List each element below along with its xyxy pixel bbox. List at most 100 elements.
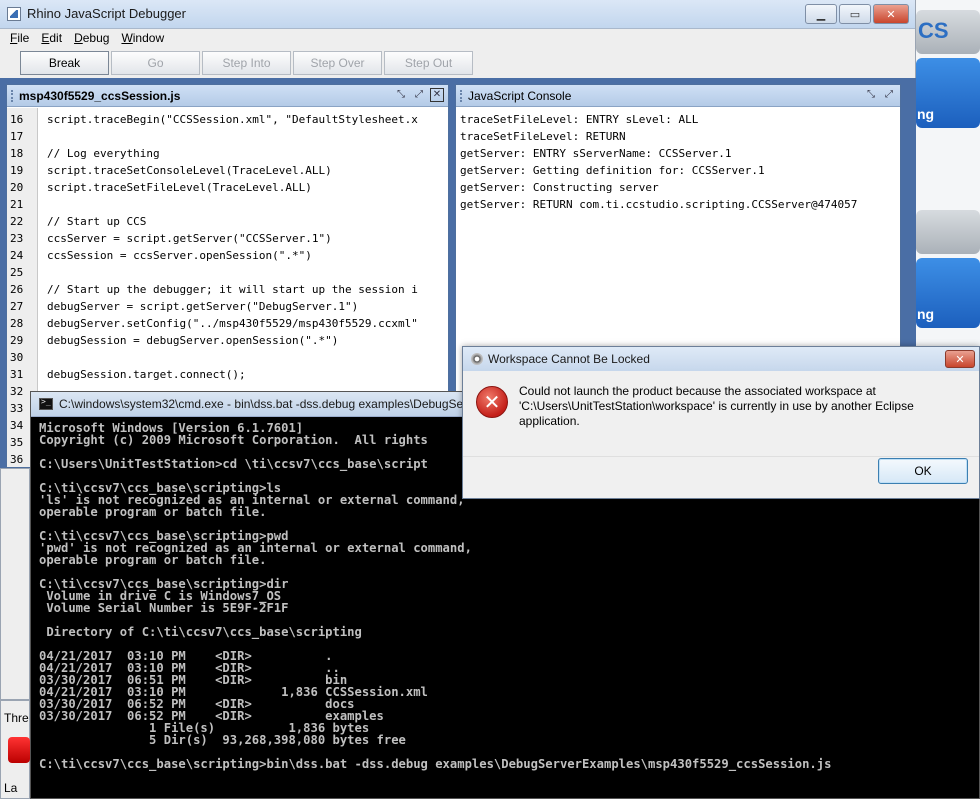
code-line: 27 debugServer = script.getServer("DebugS… xyxy=(7,298,448,315)
line-number: 31 xyxy=(10,368,24,381)
code-line: 28 debugServer.setConfig("../msp430f5529/… xyxy=(7,315,448,332)
console-frame-title: JavaScript Console xyxy=(468,89,572,103)
puzzle-tile-1: CS ng xyxy=(916,0,980,150)
line-number: 25 xyxy=(10,266,24,279)
code-text: // Start up CCS xyxy=(47,215,147,228)
iconify-icon[interactable]: ⤡ xyxy=(394,88,408,102)
left-panel-remnant xyxy=(0,468,30,700)
code-line: 31 debugSession.target.connect(); xyxy=(7,366,448,383)
console-frame-titlebar[interactable]: JavaScript Console ⤡ ⤢ xyxy=(456,85,900,107)
code-line: 21 xyxy=(7,196,448,213)
console-text: traceSetFileLevel: ENTRY sLevel: ALL xyxy=(460,113,699,126)
puzzle-tile-text: CS xyxy=(918,18,949,43)
code-text: script.traceBegin("CCSSession.xml", "Def… xyxy=(47,113,418,126)
console-text: getServer: Constructing server xyxy=(460,181,659,194)
eclipse-icon xyxy=(471,353,483,365)
line-number: 28 xyxy=(10,317,24,330)
console-line: traceSetFileLevel: ENTRY sLevel: ALL xyxy=(456,111,900,128)
console-text: getServer: RETURN com.ti.ccstudio.script… xyxy=(460,198,858,211)
code-line: 26 // Start up the debugger; it will star… xyxy=(7,281,448,298)
console-text: getServer: Getting definition for: CCSSe… xyxy=(460,164,765,177)
close-icon: ✕ xyxy=(955,352,965,366)
menu-debug-label: ebug xyxy=(82,31,110,45)
code-line: 30 xyxy=(7,349,448,366)
menu-window[interactable]: Window xyxy=(115,29,170,49)
cmd-line: operable program or batch file. xyxy=(39,505,267,519)
line-number: 27 xyxy=(10,300,24,313)
maximize-icon: ▭ xyxy=(849,7,861,21)
menu-file-label: ile xyxy=(17,31,30,45)
code-text: // Start up the debugger; it will start … xyxy=(47,283,418,296)
console-output[interactable]: traceSetFileLevel: ENTRY sLevel: ALL trac… xyxy=(456,111,900,213)
cmd-line: C:\ti\ccsv7\ccs_base\scripting>bin\dss.b… xyxy=(39,757,832,771)
menu-window-mnemonic: W xyxy=(121,31,133,45)
dialog-message: Could not launch the product because the… xyxy=(519,384,914,428)
code-text: ccsSession = ccsServer.openSession(".*") xyxy=(47,249,312,262)
code-line: 19 script.traceSetConsoleLevel(TraceLevel… xyxy=(7,162,448,179)
cmd-line: 5 Dir(s) 93,268,398,080 bytes free xyxy=(39,733,406,747)
ok-button[interactable]: OK xyxy=(878,458,968,484)
workspace-locked-dialog: Workspace Cannot Be Locked ✕ ✕ Could not… xyxy=(462,346,980,499)
grip-icon xyxy=(460,90,464,102)
debugger-titlebar[interactable]: Rhino JavaScript Debugger ▁ ▭ ✕ xyxy=(0,0,915,29)
menu-file[interactable]: File xyxy=(4,29,35,49)
menu-window-label: indow xyxy=(132,31,165,45)
console-line: getServer: ENTRY sServerName: CCSServer.… xyxy=(456,145,900,162)
taskbar-label: La xyxy=(4,781,18,795)
console-line: getServer: RETURN com.ti.ccstudio.script… xyxy=(456,196,900,213)
step-into-button[interactable]: Step Into xyxy=(202,51,291,75)
code-line: 18 // Log everything xyxy=(7,145,448,162)
go-button[interactable]: Go xyxy=(111,51,200,75)
close-icon: ✕ xyxy=(886,7,896,21)
code-text: script.traceSetFileLevel(TraceLevel.ALL) xyxy=(47,181,312,194)
script-frame-titlebar[interactable]: msp430f5529_ccsSession.js ⤡ ⤢ ✕ xyxy=(7,85,448,107)
cmd-line: Directory of C:\ti\ccsv7\ccs_base\script… xyxy=(39,625,362,639)
menu-debug[interactable]: Debug xyxy=(68,29,115,49)
close-frame-icon[interactable]: ✕ xyxy=(430,88,444,102)
puzzle-grey-piece xyxy=(916,210,980,254)
error-icon: ✕ xyxy=(476,386,508,418)
line-number: 19 xyxy=(10,164,24,177)
close-button[interactable]: ✕ xyxy=(873,4,909,24)
step-over-button[interactable]: Step Over xyxy=(293,51,382,75)
dialog-titlebar[interactable]: Workspace Cannot Be Locked ✕ xyxy=(463,347,979,371)
break-button[interactable]: Break xyxy=(20,51,109,75)
thread-label: Thre xyxy=(4,711,29,725)
launcher-icon[interactable] xyxy=(8,737,30,763)
puzzle-tile-label: ng xyxy=(917,106,935,122)
cmd-title: C:\windows\system32\cmd.exe - bin\dss.ba… xyxy=(59,397,464,411)
step-out-button[interactable]: Step Out xyxy=(384,51,473,75)
line-number: 17 xyxy=(10,130,24,143)
line-number: 21 xyxy=(10,198,24,211)
code-line: 24 ccsSession = ccsServer.openSession(".*… xyxy=(7,247,448,264)
code-line: 16 script.traceBegin("CCSSession.xml", "D… xyxy=(7,111,448,128)
puzzle-tile-label: ng xyxy=(917,306,935,322)
console-line: getServer: Constructing server xyxy=(456,179,900,196)
menu-edit[interactable]: Edit xyxy=(35,29,68,49)
line-number: 18 xyxy=(10,147,24,160)
console-line: traceSetFileLevel: RETURN xyxy=(456,128,900,145)
code-text: ccsServer = script.getServer("CCSServer.… xyxy=(47,232,332,245)
maximize-frame-icon[interactable]: ⤢ xyxy=(882,88,896,102)
dialog-title: Workspace Cannot Be Locked xyxy=(488,352,650,366)
line-number: 23 xyxy=(10,232,24,245)
menu-bar: File Edit Debug Window xyxy=(0,29,915,49)
console-text: traceSetFileLevel: RETURN xyxy=(460,130,626,143)
iconify-icon[interactable]: ⤡ xyxy=(864,88,878,102)
code-line: 17 xyxy=(7,128,448,145)
java-app-icon xyxy=(7,7,21,21)
code-text: debugSession.target.connect(); xyxy=(47,368,246,381)
code-line: 22 // Start up CCS xyxy=(7,213,448,230)
maximize-frame-icon[interactable]: ⤢ xyxy=(412,88,426,102)
menu-edit-label: dit xyxy=(49,31,63,45)
cmd-line: Volume Serial Number is 5E9F-2F1F xyxy=(39,601,289,615)
console-text: getServer: ENTRY sServerName: CCSServer.… xyxy=(460,147,732,160)
maximize-button[interactable]: ▭ xyxy=(839,4,871,24)
minimize-button[interactable]: ▁ xyxy=(805,4,837,24)
dialog-close-button[interactable]: ✕ xyxy=(945,350,975,368)
code-line: 29 debugSession = debugServer.openSession… xyxy=(7,332,448,349)
minimize-icon: ▁ xyxy=(816,7,826,21)
line-number: 22 xyxy=(10,215,24,228)
code-text: debugServer = script.getServer("DebugSer… xyxy=(47,300,359,313)
line-number: 20 xyxy=(10,181,24,194)
